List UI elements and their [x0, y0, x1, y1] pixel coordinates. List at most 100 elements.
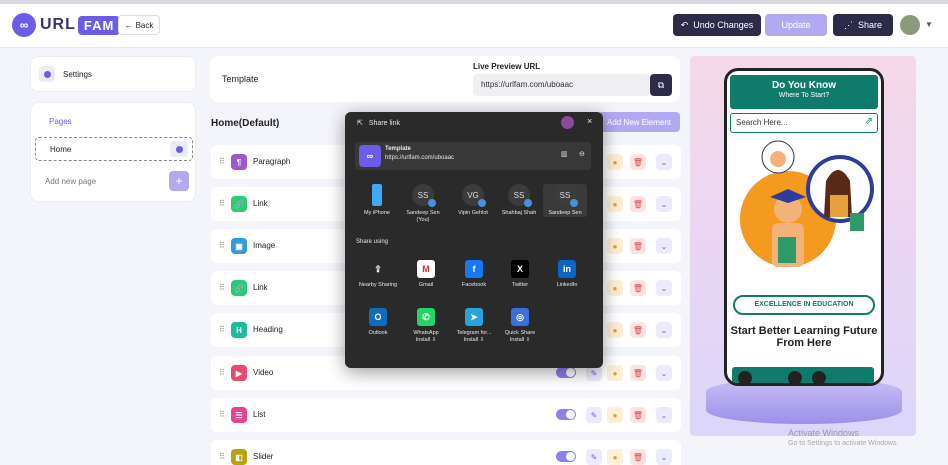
share-app[interactable]: O Outlook	[355, 308, 401, 337]
delete-icon[interactable]: 🗑	[630, 238, 646, 254]
drag-handle-icon[interactable]: ⠿	[219, 368, 225, 377]
shared-item-card: ∞ Template https://urlfam.com/uboaac ▥ ⊖	[355, 142, 591, 170]
app-name: WhatsApp	[413, 330, 439, 336]
close-icon[interactable]: ×	[587, 116, 592, 126]
media-thumb	[788, 371, 802, 383]
share-contact[interactable]: SS Shahbaj Shah	[497, 184, 541, 217]
visibility-toggle[interactable]	[556, 409, 576, 420]
style-icon[interactable]: ●	[607, 154, 623, 170]
style-icon[interactable]: ●	[607, 449, 623, 465]
share-app[interactable]: ◎ Quick Share Install ⇩	[497, 308, 543, 344]
nearby-sharing-icon: ⇪	[369, 260, 387, 278]
style-icon[interactable]: ●	[607, 407, 623, 423]
drag-handle-icon[interactable]: ⠿	[219, 283, 225, 292]
drag-handle-icon[interactable]: ⠿	[219, 325, 225, 334]
visibility-toggle[interactable]	[556, 367, 576, 378]
pages-title: Pages	[49, 117, 72, 126]
drag-handle-icon[interactable]: ⠿	[219, 157, 225, 166]
chevron-down-icon[interactable]: ▼	[925, 20, 933, 29]
undo-changes-button[interactable]: ↶ Undo Changes	[673, 14, 761, 36]
share-link-dialog: ⇱ Share link × ∞ Template https://urlfam…	[345, 112, 603, 368]
shared-item-url: https://urlfam.com/uboaac	[385, 155, 455, 161]
chevron-down-icon[interactable]: ⌄	[656, 449, 672, 465]
style-icon[interactable]: ●	[607, 322, 623, 338]
add-page-field[interactable]: Add new page +	[35, 169, 193, 193]
share-contact[interactable]: VG Vipin Gehlot	[451, 184, 495, 217]
share-link-icon: ⇱	[357, 120, 363, 127]
drag-handle-icon[interactable]: ⠿	[219, 199, 225, 208]
delete-icon[interactable]: 🗑	[630, 196, 646, 212]
activate-windows-subtitle: Go to Settings to activate Windows.	[788, 440, 899, 447]
slider-icon: ◧	[231, 449, 247, 465]
whatsapp-icon: ✆	[417, 308, 435, 326]
chevron-down-icon[interactable]: ⌄	[656, 322, 672, 338]
media-thumb	[738, 371, 752, 383]
settings-label: Settings	[63, 69, 92, 79]
app-name: Facebook	[461, 282, 487, 288]
chevron-down-icon[interactable]: ⌄	[656, 407, 672, 423]
gmail-icon: M	[417, 260, 435, 278]
drag-handle-icon[interactable]: ⠿	[219, 241, 225, 250]
share-app[interactable]: in LinkedIn	[544, 260, 590, 289]
share-contact[interactable]: SS Sandeep Sen (You)	[401, 184, 445, 224]
share-app[interactable]: M Gmail	[403, 260, 449, 289]
share-app[interactable]: ➤ Telegram for... Install ⇩	[451, 308, 497, 344]
edit-icon[interactable]: ✎	[586, 449, 602, 465]
dialog-header: ⇱ Share link	[357, 119, 401, 128]
logo-fam-text: FAM	[77, 15, 121, 35]
delete-icon[interactable]: 🗑	[630, 407, 646, 423]
logo[interactable]: ∞ URL FAM	[12, 13, 121, 37]
chevron-down-icon[interactable]: ⌄	[656, 280, 672, 296]
preview-search[interactable]: Search Here... ⇗	[730, 113, 878, 133]
delete-icon[interactable]: 🗑	[630, 154, 646, 170]
edit-icon[interactable]: ✎	[586, 407, 602, 423]
element-name: Link	[253, 283, 268, 292]
update-button[interactable]: Update	[765, 14, 827, 36]
add-element-button[interactable]: Add New Element	[598, 112, 680, 132]
settings-card[interactable]: Settings	[30, 56, 196, 92]
page-item-home[interactable]: Home	[35, 137, 193, 161]
app-install: Install ⇩	[509, 337, 531, 343]
drag-handle-icon[interactable]: ⠿	[219, 452, 225, 461]
copy-link-icon[interactable]: ⊖	[579, 150, 585, 158]
preview-bottom-bar	[732, 367, 874, 383]
delete-icon[interactable]: 🗑	[630, 322, 646, 338]
delete-icon[interactable]: 🗑	[630, 449, 646, 465]
qr-code-icon[interactable]: ▥	[561, 150, 568, 158]
element-row[interactable]: ⠿ ☰ List ✎ ● 🗑 ⌄	[211, 398, 681, 432]
user-avatar[interactable]	[900, 15, 920, 35]
element-row[interactable]: ⠿ ◧ Slider ✎ ● 🗑 ⌄	[211, 440, 681, 465]
plus-icon[interactable]: +	[169, 171, 189, 191]
section-title: Home(Default)	[211, 118, 280, 129]
template-thumbnail-icon: ∞	[359, 145, 381, 167]
copy-icon[interactable]: ⧉	[650, 74, 672, 96]
visibility-toggle[interactable]	[556, 451, 576, 462]
account-avatar[interactable]	[561, 116, 574, 129]
share-app[interactable]: X Twitter	[497, 260, 543, 289]
live-preview-url-field[interactable]: https://urlfam.com/uboaac	[473, 74, 650, 96]
share-app[interactable]: ✆ WhatsApp Install ⇩	[403, 308, 449, 344]
chevron-down-icon[interactable]: ⌄	[656, 196, 672, 212]
share-app[interactable]: ⇪ Nearby Sharing	[355, 260, 401, 289]
link-icon: 🔗	[231, 196, 247, 212]
chevron-down-icon[interactable]: ⌄	[656, 365, 672, 381]
delete-icon[interactable]: 🗑	[630, 365, 646, 381]
drag-handle-icon[interactable]: ⠿	[219, 410, 225, 419]
page-settings-icon[interactable]	[170, 141, 188, 157]
chevron-down-icon[interactable]: ⌄	[656, 238, 672, 254]
share-button[interactable]: ⋰ Share	[833, 14, 893, 36]
share-contact[interactable]: SS Sandeep Sen	[543, 184, 587, 217]
delete-icon[interactable]: 🗑	[630, 280, 646, 296]
share-contact[interactable]: My iPhone	[355, 184, 399, 217]
style-icon[interactable]: ●	[607, 196, 623, 212]
back-button[interactable]: ← Back	[118, 15, 160, 35]
style-icon[interactable]: ●	[607, 280, 623, 296]
chevron-down-icon[interactable]: ⌄	[656, 154, 672, 170]
app-install: Install ⇩	[415, 337, 437, 343]
share-app[interactable]: f Facebook	[451, 260, 497, 289]
contact-avatar: SS	[508, 184, 532, 207]
add-page-placeholder: Add new page	[45, 176, 97, 186]
style-icon[interactable]: ●	[607, 365, 623, 381]
dialog-title: Share link	[368, 119, 401, 127]
style-icon[interactable]: ●	[607, 238, 623, 254]
